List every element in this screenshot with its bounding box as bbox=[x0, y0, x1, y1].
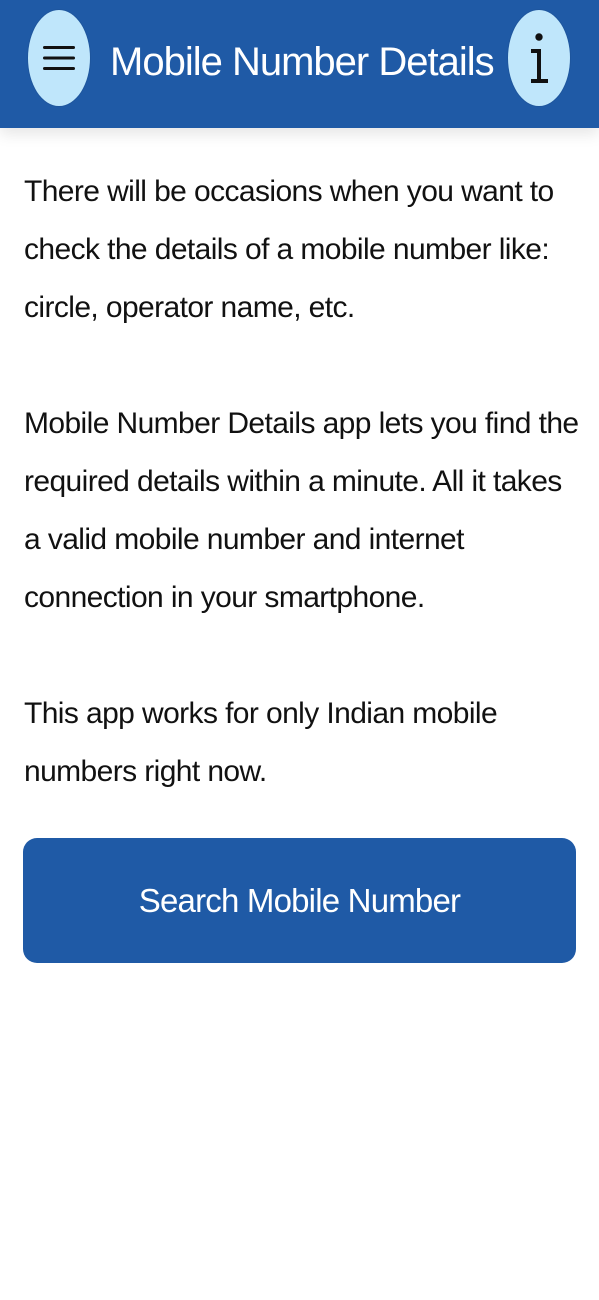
description: There will be occasions when you want to… bbox=[24, 163, 584, 859]
description-paragraph: This app works for only Indian mobile nu… bbox=[24, 697, 498, 788]
description-paragraph: Mobile Number Details app lets you find … bbox=[24, 407, 579, 614]
page-title: Mobile Number Details bbox=[110, 40, 495, 84]
search-mobile-number-button[interactable]: Search Mobile Number bbox=[23, 838, 576, 963]
info-button[interactable] bbox=[508, 10, 570, 106]
info-icon bbox=[531, 33, 548, 83]
description-paragraph: There will be occasions when you want to… bbox=[24, 175, 554, 324]
search-button-label: Search Mobile Number bbox=[138, 881, 461, 919]
app-header: Mobile Number Details bbox=[0, 0, 599, 128]
menu-button[interactable] bbox=[28, 10, 90, 106]
menu-icon bbox=[43, 46, 75, 70]
